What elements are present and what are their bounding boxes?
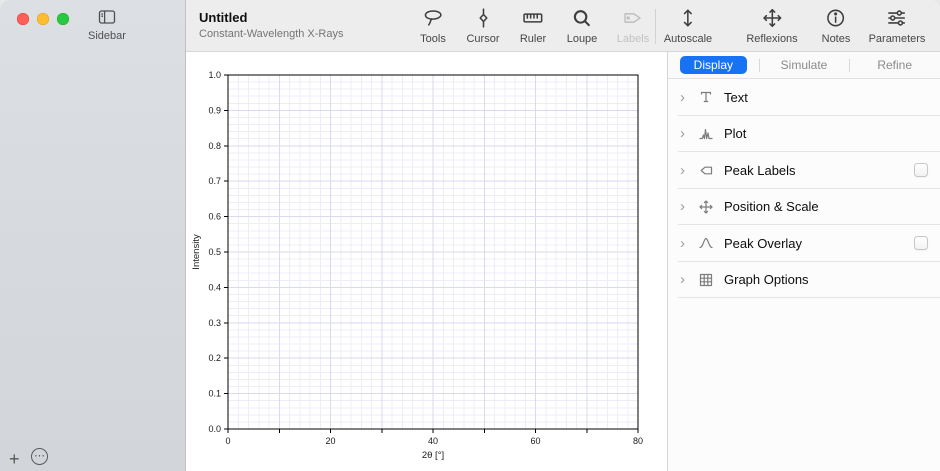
svg-text:0.1: 0.1 (208, 389, 221, 399)
toolbar-button-label: Reflexions (746, 33, 797, 45)
add-button[interactable]: + (9, 450, 20, 468)
plot-area: 0 20 40 60 80 0.0 0.1 0.2 0.3 0.4 0.5 0.6 0.7 0.8 0.9 1… (186, 52, 667, 471)
toolbar-button-label: Tools (420, 33, 446, 45)
chevron-right-icon[interactable]: › (680, 199, 693, 214)
inspector-section-position-scale[interactable]: › Position & Scale (668, 189, 940, 226)
svg-text:0.6: 0.6 (208, 212, 221, 222)
inspector-panel: Display Simulate Refine › Text › Plot (667, 52, 940, 471)
svg-text:0.2: 0.2 (208, 353, 221, 363)
zoom-window-button[interactable] (57, 13, 69, 25)
toolbar-button-label: Labels (617, 33, 649, 45)
toolbar: Sidebar Untitled Constant-Wavelength X-R… (0, 0, 940, 52)
toolbar-separator (655, 9, 656, 44)
tab-simulate-label: Simulate (767, 56, 842, 74)
chevron-right-icon[interactable]: › (680, 236, 693, 251)
ruler-button[interactable]: Ruler (520, 7, 546, 45)
autoscale-button[interactable]: Autoscale (664, 7, 712, 45)
chevron-right-icon[interactable]: › (680, 90, 693, 105)
peak-overlay-icon (696, 235, 716, 251)
graph-options-icon (696, 272, 716, 288)
inspector-section-label: Graph Options (724, 272, 809, 287)
window-controls (17, 13, 69, 25)
inspector-section-peak-labels[interactable]: › Peak Labels (668, 152, 940, 189)
document-title: Untitled (199, 10, 344, 25)
svg-text:0.7: 0.7 (208, 176, 221, 186)
svg-text:0.8: 0.8 (208, 141, 221, 151)
peak-labels-icon (696, 162, 716, 178)
inspector-section-peak-overlay[interactable]: › Peak Overlay (668, 225, 940, 262)
cursor-button[interactable]: Cursor (466, 7, 499, 45)
inspector-section-label: Text (724, 90, 748, 105)
more-options-button[interactable]: ⋯ (31, 448, 48, 465)
close-window-button[interactable] (17, 13, 29, 25)
inspector-tab-bar: Display Simulate Refine (668, 52, 940, 79)
inspector-section-plot[interactable]: › Plot (668, 116, 940, 153)
reflexions-button[interactable]: Reflexions (746, 7, 797, 45)
tab-refine[interactable]: Refine (849, 52, 940, 78)
toolbar-button-label: Notes (822, 33, 851, 45)
svg-text:2θ [°]: 2θ [°] (422, 450, 444, 461)
chevron-right-icon[interactable]: › (680, 126, 693, 141)
inspector-section-label: Position & Scale (724, 199, 819, 214)
toolbar-button-label: Loupe (567, 33, 598, 45)
sidebar-toggle-button[interactable]: Sidebar (80, 8, 134, 42)
minimize-window-button[interactable] (37, 13, 49, 25)
loupe-button[interactable]: Loupe (567, 7, 598, 45)
reflexions-icon (761, 7, 783, 32)
svg-text:80: 80 (633, 436, 643, 446)
svg-text:40: 40 (428, 436, 438, 446)
notes-button[interactable]: Notes (822, 7, 851, 45)
inspector-section-graph-options[interactable]: › Graph Options (668, 262, 940, 299)
labels-button[interactable]: Labels (617, 7, 649, 45)
sidebar-toggle-label: Sidebar (88, 30, 126, 42)
parameters-sliders-icon (886, 7, 908, 32)
tab-display[interactable]: Display (668, 52, 759, 78)
cursor-tool-icon (472, 7, 494, 32)
toolbar-button-label: Ruler (520, 33, 546, 45)
sidebar: + ⋯ (0, 0, 186, 471)
toolbar-button-label: Cursor (466, 33, 499, 45)
svg-text:Intensity: Intensity (191, 234, 202, 270)
svg-text:0.4: 0.4 (208, 282, 221, 292)
svg-text:0: 0 (225, 436, 230, 446)
title-block: Untitled Constant-Wavelength X-Rays (199, 10, 344, 40)
inspector-section-label: Peak Overlay (724, 236, 802, 251)
sidebar-toggle-icon (97, 8, 117, 29)
notes-info-icon (825, 7, 847, 32)
position-scale-icon (696, 199, 716, 215)
svg-text:0.5: 0.5 (208, 247, 221, 257)
svg-text:20: 20 (325, 436, 335, 446)
autoscale-icon (677, 7, 699, 32)
toolbar-button-label: Parameters (869, 33, 926, 45)
lasso-tools-icon (422, 7, 444, 32)
svg-text:0.9: 0.9 (208, 105, 221, 115)
text-icon (696, 89, 716, 105)
plot-icon (696, 126, 716, 142)
app-window: + ⋯ 0 20 40 60 80 0.0 0.1 0.2 0.3 0.4 0.5 0.6 0.7 0.8… (0, 0, 940, 471)
diffraction-plot[interactable]: 0 20 40 60 80 0.0 0.1 0.2 0.3 0.4 0.5 0.6 0.7 0.8 0.9 1… (186, 52, 667, 471)
inspector-section-label: Peak Labels (724, 163, 796, 178)
inspector-section-label: Plot (724, 126, 746, 141)
svg-text:0.3: 0.3 (208, 318, 221, 328)
chevron-right-icon[interactable]: › (680, 163, 693, 178)
parameters-button[interactable]: Parameters (869, 7, 926, 45)
toolbar-button-label: Autoscale (664, 33, 712, 45)
tab-refine-label: Refine (863, 56, 926, 74)
svg-text:0.0: 0.0 (208, 424, 221, 434)
inspector-section-text[interactable]: › Text (668, 79, 940, 116)
section-checkbox[interactable] (914, 236, 928, 250)
svg-text:1.0: 1.0 (208, 70, 221, 80)
tools-button[interactable]: Tools (420, 7, 446, 45)
tab-simulate[interactable]: Simulate (759, 52, 850, 78)
loupe-icon (571, 7, 593, 32)
labels-tag-icon (622, 7, 644, 32)
chevron-right-icon[interactable]: › (680, 272, 693, 287)
ruler-icon (522, 7, 544, 32)
section-checkbox[interactable] (914, 163, 928, 177)
document-subtitle: Constant-Wavelength X-Rays (199, 28, 344, 40)
svg-text:60: 60 (530, 436, 540, 446)
tab-display-label: Display (680, 56, 747, 74)
